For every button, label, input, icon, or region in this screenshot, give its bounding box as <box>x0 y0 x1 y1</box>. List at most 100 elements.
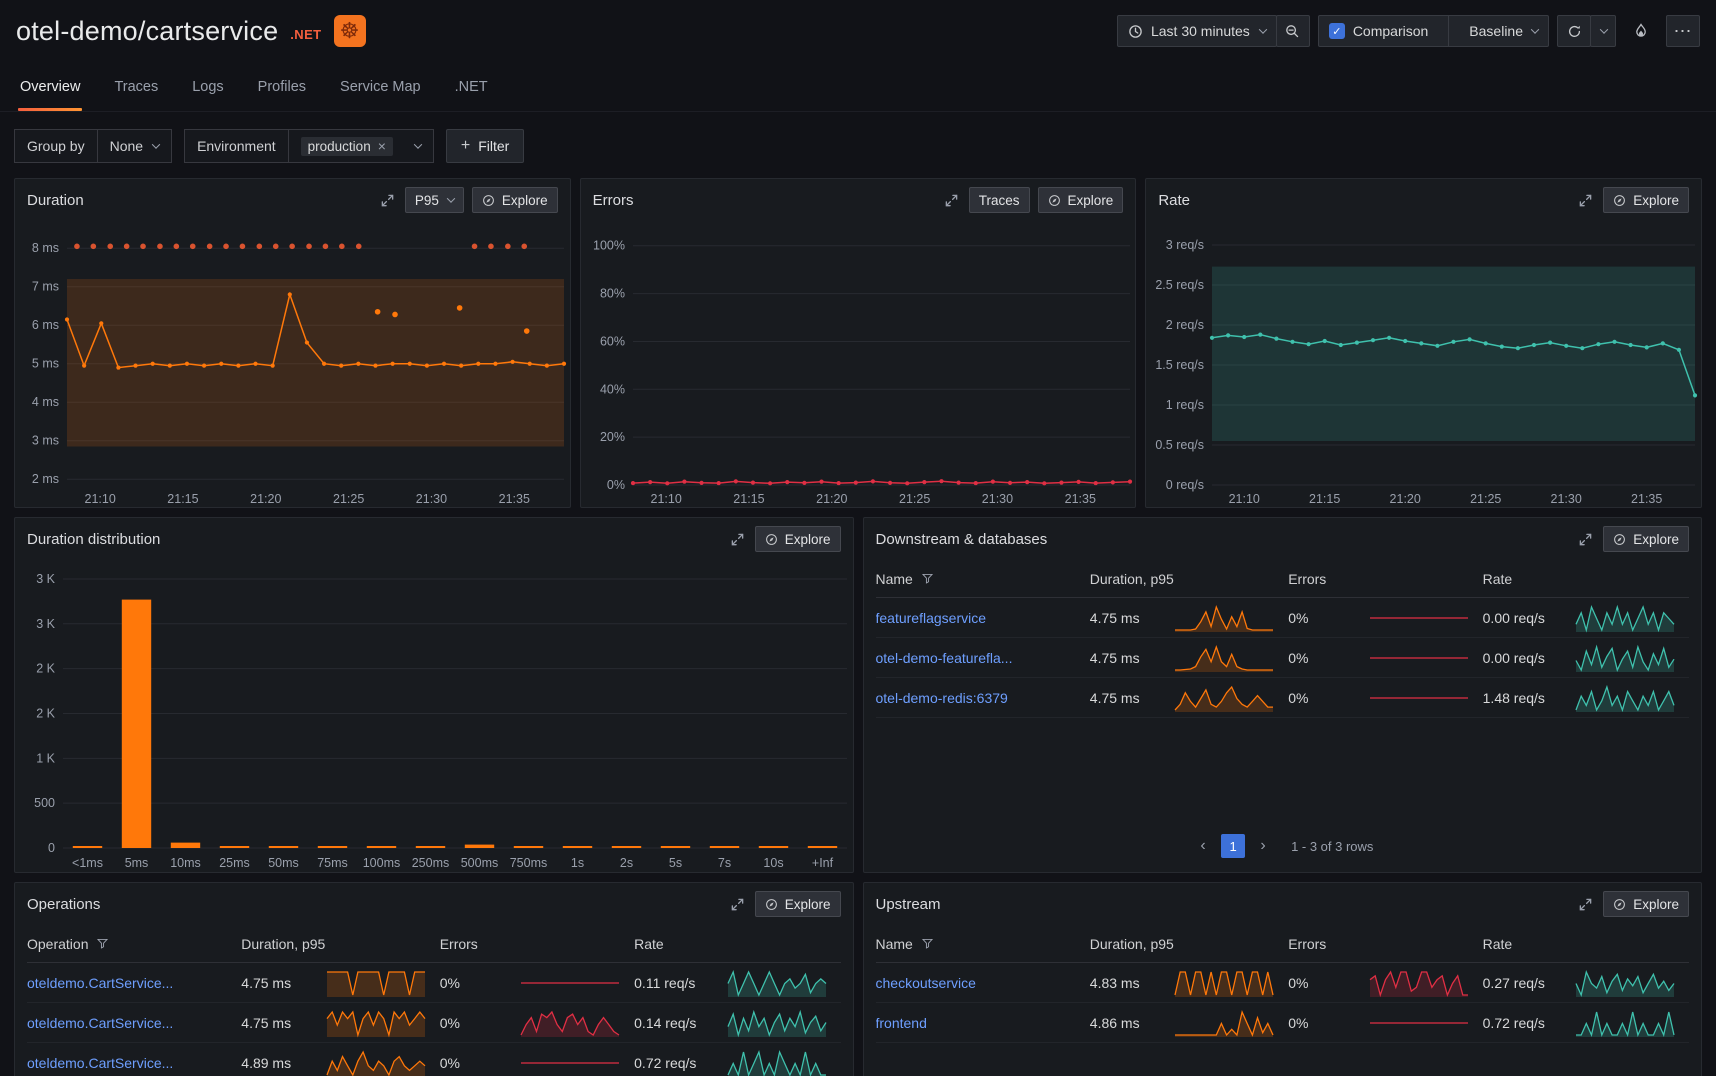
rate-value: 0.00 req/s <box>1483 610 1545 626</box>
downstream-table: Name Duration, p95 Errors Rate featurefl… <box>864 560 1702 872</box>
svg-text:0%: 0% <box>607 478 625 492</box>
svg-text:21:20: 21:20 <box>816 492 847 506</box>
duration-chart[interactable]: 8 ms7 ms6 ms5 ms4 ms3 ms2 ms21:1021:1521… <box>15 221 570 507</box>
explore-label: Explore <box>1633 532 1679 547</box>
tab-traces[interactable]: Traces <box>112 65 160 111</box>
page-1-button[interactable]: 1 <box>1221 834 1245 858</box>
tab-dotnet[interactable]: .NET <box>453 65 490 111</box>
svg-text:0.5 req/s: 0.5 req/s <box>1156 438 1205 452</box>
environment-dropdown[interactable]: production × <box>288 129 434 163</box>
group-by-control: Group by None <box>14 129 172 163</box>
group-by-value: None <box>110 138 143 154</box>
percentile-dropdown[interactable]: P95 <box>405 187 464 213</box>
time-range-picker[interactable]: Last 30 minutes <box>1117 15 1277 47</box>
environment-chip[interactable]: production × <box>301 137 393 156</box>
panel-upstream: Upstream Explore Name Duration, p95 Erro… <box>863 882 1703 1076</box>
operation-link[interactable]: oteldemo.CartService... <box>27 1015 173 1031</box>
operation-link[interactable]: oteldemo.CartService... <box>27 975 173 991</box>
tab-service-map[interactable]: Service Map <box>338 65 423 111</box>
service-link[interactable]: checkoutservice <box>876 975 976 991</box>
refresh-interval-dropdown[interactable] <box>1590 15 1616 47</box>
expand-icon[interactable] <box>728 895 747 914</box>
svg-text:75ms: 75ms <box>317 856 348 870</box>
svg-text:3 K: 3 K <box>36 617 55 631</box>
comparison-checkbox[interactable]: ✓ <box>1329 23 1345 39</box>
errors-sparkline <box>1369 1008 1469 1038</box>
filter-icon[interactable] <box>921 937 934 950</box>
explore-button[interactable]: Explore <box>1603 526 1689 552</box>
traces-label: Traces <box>979 193 1020 208</box>
rate-chart[interactable]: 3 req/s2.5 req/s2 req/s1.5 req/s1 req/s0… <box>1146 221 1701 507</box>
column-header-errors[interactable]: Errors <box>440 936 634 952</box>
prev-page-button[interactable]: ‹ <box>1191 834 1215 858</box>
explore-button[interactable]: Explore <box>755 891 841 917</box>
expand-icon[interactable] <box>728 530 747 549</box>
service-link[interactable]: featureflagservice <box>876 610 987 626</box>
tab-overview[interactable]: Overview <box>18 65 82 111</box>
service-link[interactable]: otel-demo-featurefla... <box>876 650 1013 666</box>
next-page-button[interactable]: › <box>1251 834 1275 858</box>
duration-distribution-chart[interactable]: 3 K3 K2 K2 K1 K5000<1ms5ms10ms25ms50ms75… <box>15 560 853 872</box>
column-header-rate[interactable]: Rate <box>1483 936 1689 952</box>
column-header-errors[interactable]: Errors <box>1288 936 1482 952</box>
errors-chart[interactable]: 100%80%60%40%20%0%21:1021:1521:2021:2521… <box>581 221 1136 507</box>
group-by-dropdown[interactable]: None <box>97 129 172 163</box>
explore-button[interactable]: Explore <box>1038 187 1124 213</box>
panel-title: Duration <box>27 192 84 209</box>
rate-sparkline <box>1575 643 1675 673</box>
column-header-errors[interactable]: Errors <box>1288 571 1482 587</box>
column-header-name[interactable]: Name <box>876 571 1090 587</box>
duration-value: 4.75 ms <box>1090 610 1140 626</box>
more-options-button[interactable]: ⋯ <box>1666 15 1700 47</box>
panel-downstream: Downstream & databases Explore Name Dura… <box>863 517 1703 873</box>
refresh-button[interactable] <box>1557 15 1591 47</box>
title-wrap: otel-demo/cartservice .NET ☸ <box>16 15 366 47</box>
operation-link[interactable]: oteldemo.CartService... <box>27 1055 173 1071</box>
baseline-dropdown[interactable]: Baseline <box>1459 23 1548 39</box>
rate-value: 1.48 req/s <box>1483 690 1545 706</box>
duration-value: 4.75 ms <box>1090 690 1140 706</box>
svg-text:0: 0 <box>48 841 55 855</box>
explore-button[interactable]: Explore <box>1603 187 1689 213</box>
svg-text:2.5 req/s: 2.5 req/s <box>1156 278 1205 292</box>
panel-actions: Traces Explore <box>942 187 1124 213</box>
column-header-duration[interactable]: Duration, p95 <box>1090 936 1288 952</box>
service-link[interactable]: frontend <box>876 1015 927 1031</box>
remove-filter-icon[interactable]: × <box>378 139 386 153</box>
add-filter-button[interactable]: + Filter <box>446 129 524 163</box>
compass-icon <box>1048 194 1061 207</box>
panel-operations: Operations Explore Operation Duration, p… <box>14 882 854 1076</box>
explore-label: Explore <box>1633 897 1679 912</box>
zoom-out-button[interactable] <box>1276 15 1310 47</box>
flame-graph-button[interactable] <box>1624 15 1658 47</box>
service-link[interactable]: otel-demo-redis:6379 <box>876 690 1008 706</box>
filter-icon[interactable] <box>921 572 934 585</box>
rate-sparkline <box>1575 603 1675 633</box>
column-header-duration[interactable]: Duration, p95 <box>1090 571 1288 587</box>
svg-text:2 K: 2 K <box>36 662 55 676</box>
expand-icon[interactable] <box>942 191 961 210</box>
expand-icon[interactable] <box>378 191 397 210</box>
tab-logs[interactable]: Logs <box>190 65 225 111</box>
column-header-name[interactable]: Name <box>876 936 1090 952</box>
traces-button[interactable]: Traces <box>969 187 1030 213</box>
errors-sparkline <box>1369 643 1469 673</box>
svg-text:21:30: 21:30 <box>416 492 447 506</box>
rate-value: 0.11 req/s <box>634 975 695 991</box>
column-header-duration[interactable]: Duration, p95 <box>241 936 439 952</box>
operations-table: Operation Duration, p95 Errors Rate otel… <box>15 925 853 1076</box>
svg-text:250ms: 250ms <box>412 856 450 870</box>
expand-icon[interactable] <box>1576 191 1595 210</box>
top-bar: otel-demo/cartservice .NET ☸ Last 30 min… <box>0 0 1716 56</box>
column-header-rate[interactable]: Rate <box>634 936 840 952</box>
column-header-rate[interactable]: Rate <box>1483 571 1689 587</box>
explore-button[interactable]: Explore <box>1603 891 1689 917</box>
explore-button[interactable]: Explore <box>472 187 558 213</box>
expand-icon[interactable] <box>1576 530 1595 549</box>
expand-icon[interactable] <box>1576 895 1595 914</box>
explore-button[interactable]: Explore <box>755 526 841 552</box>
compass-icon <box>765 533 778 546</box>
filter-icon[interactable] <box>96 937 109 950</box>
column-header-operation[interactable]: Operation <box>27 936 241 952</box>
tab-profiles[interactable]: Profiles <box>256 65 308 111</box>
